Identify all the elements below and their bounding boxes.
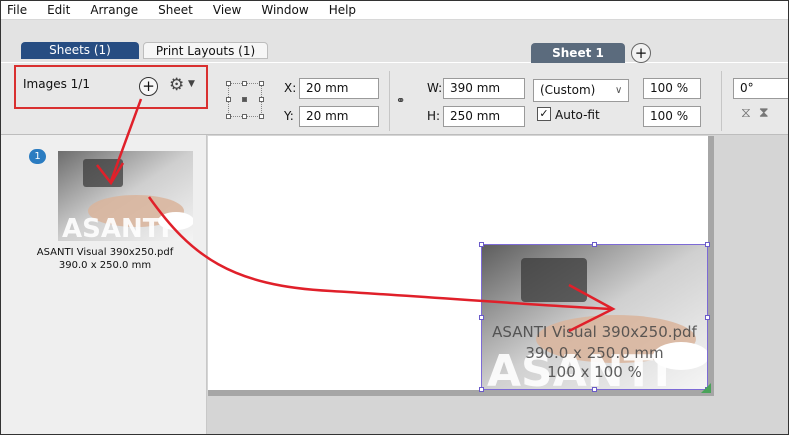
resize-handle-mr[interactable]	[705, 315, 710, 320]
autofit-checkbox[interactable]: ✓	[537, 107, 551, 121]
h-label: H:	[427, 109, 441, 123]
thumbnail-filename: ASANTI Visual 390x250.pdf	[36, 247, 174, 258]
menu-help[interactable]: Help	[329, 3, 356, 17]
menu-view[interactable]: View	[213, 3, 241, 17]
rotation-field[interactable]: 0°	[733, 78, 788, 99]
ref-point-br[interactable]	[259, 114, 264, 119]
placed-dimensions: 390.0 x 250.0 mm	[525, 344, 664, 362]
gear-icon[interactable]: ⚙	[169, 75, 184, 95]
resize-handle-tc[interactable]	[592, 242, 597, 247]
image-count-badge: 1	[29, 149, 46, 164]
toolbar-divider	[721, 71, 722, 131]
flip-icon[interactable]: ⧖⧗	[741, 105, 777, 121]
tab-row: Sheets (1) Print Layouts (1)	[1, 20, 788, 62]
ref-point-center[interactable]	[242, 97, 247, 102]
height-field[interactable]: 250 mm	[443, 106, 525, 127]
image-thumbnail[interactable]: ASANTI	[58, 151, 193, 241]
thumbnail-photo: ASANTI	[58, 151, 193, 241]
menu-bar: File Edit Arrange Sheet View Window Help	[1, 1, 788, 20]
x-label: X:	[284, 81, 297, 95]
reference-point-grid[interactable]	[226, 81, 264, 119]
resize-handle-bl[interactable]	[479, 387, 484, 392]
app-window: File Edit Arrange Sheet View Window Help…	[0, 0, 789, 435]
chevron-down-icon[interactable]: ∨	[615, 85, 622, 96]
thumbnail-dimensions: 390.0 x 250.0 mm	[58, 260, 152, 271]
scale-y-field[interactable]: 100 %	[643, 106, 701, 127]
menu-edit[interactable]: Edit	[47, 3, 70, 17]
ref-point-ml[interactable]	[226, 97, 231, 102]
sheet-corner-marker	[701, 383, 711, 393]
menu-file[interactable]: File	[7, 3, 27, 17]
add-sheet-button[interactable]: +	[631, 43, 651, 63]
add-image-button[interactable]: +	[139, 77, 158, 96]
scale-x-field[interactable]: 100 %	[643, 78, 701, 99]
resize-handle-bc[interactable]	[592, 387, 597, 392]
x-position-field[interactable]: 20 mm	[299, 78, 379, 99]
link-proportions-icon[interactable]: ⚭	[396, 94, 405, 107]
width-field[interactable]: 390 mm	[443, 78, 525, 99]
menu-arrange[interactable]: Arrange	[90, 3, 138, 17]
chevron-down-icon[interactable]: ▼	[188, 79, 195, 89]
autofit-label: Auto-fit	[555, 108, 600, 122]
svg-text:ASANTI: ASANTI	[62, 214, 170, 241]
ref-point-bl[interactable]	[226, 114, 231, 119]
images-count-label: Images 1/1	[23, 77, 90, 91]
placed-scale: 100 x 100 %	[547, 363, 642, 381]
ref-point-bc[interactable]	[242, 114, 247, 119]
resize-handle-tr[interactable]	[705, 242, 710, 247]
y-label: Y:	[284, 109, 294, 123]
placed-filename: ASANTI Visual 390x250.pdf	[492, 323, 697, 341]
resize-handle-ml[interactable]	[479, 315, 484, 320]
ref-point-tr[interactable]	[259, 81, 264, 86]
resize-handle-tl[interactable]	[479, 242, 484, 247]
ref-point-mr[interactable]	[259, 97, 264, 102]
menu-sheet[interactable]: Sheet	[158, 3, 193, 17]
ref-point-tl[interactable]	[226, 81, 231, 86]
menu-window[interactable]: Window	[261, 3, 308, 17]
toolbar-divider	[389, 71, 390, 131]
ref-point-tc[interactable]	[242, 81, 247, 86]
tab-sheet-1[interactable]: Sheet 1	[531, 43, 625, 63]
tab-print-layouts[interactable]: Print Layouts (1)	[143, 42, 268, 59]
tab-sheets[interactable]: Sheets (1)	[21, 42, 139, 59]
w-label: W:	[427, 81, 443, 95]
y-position-field[interactable]: 20 mm	[299, 106, 379, 127]
